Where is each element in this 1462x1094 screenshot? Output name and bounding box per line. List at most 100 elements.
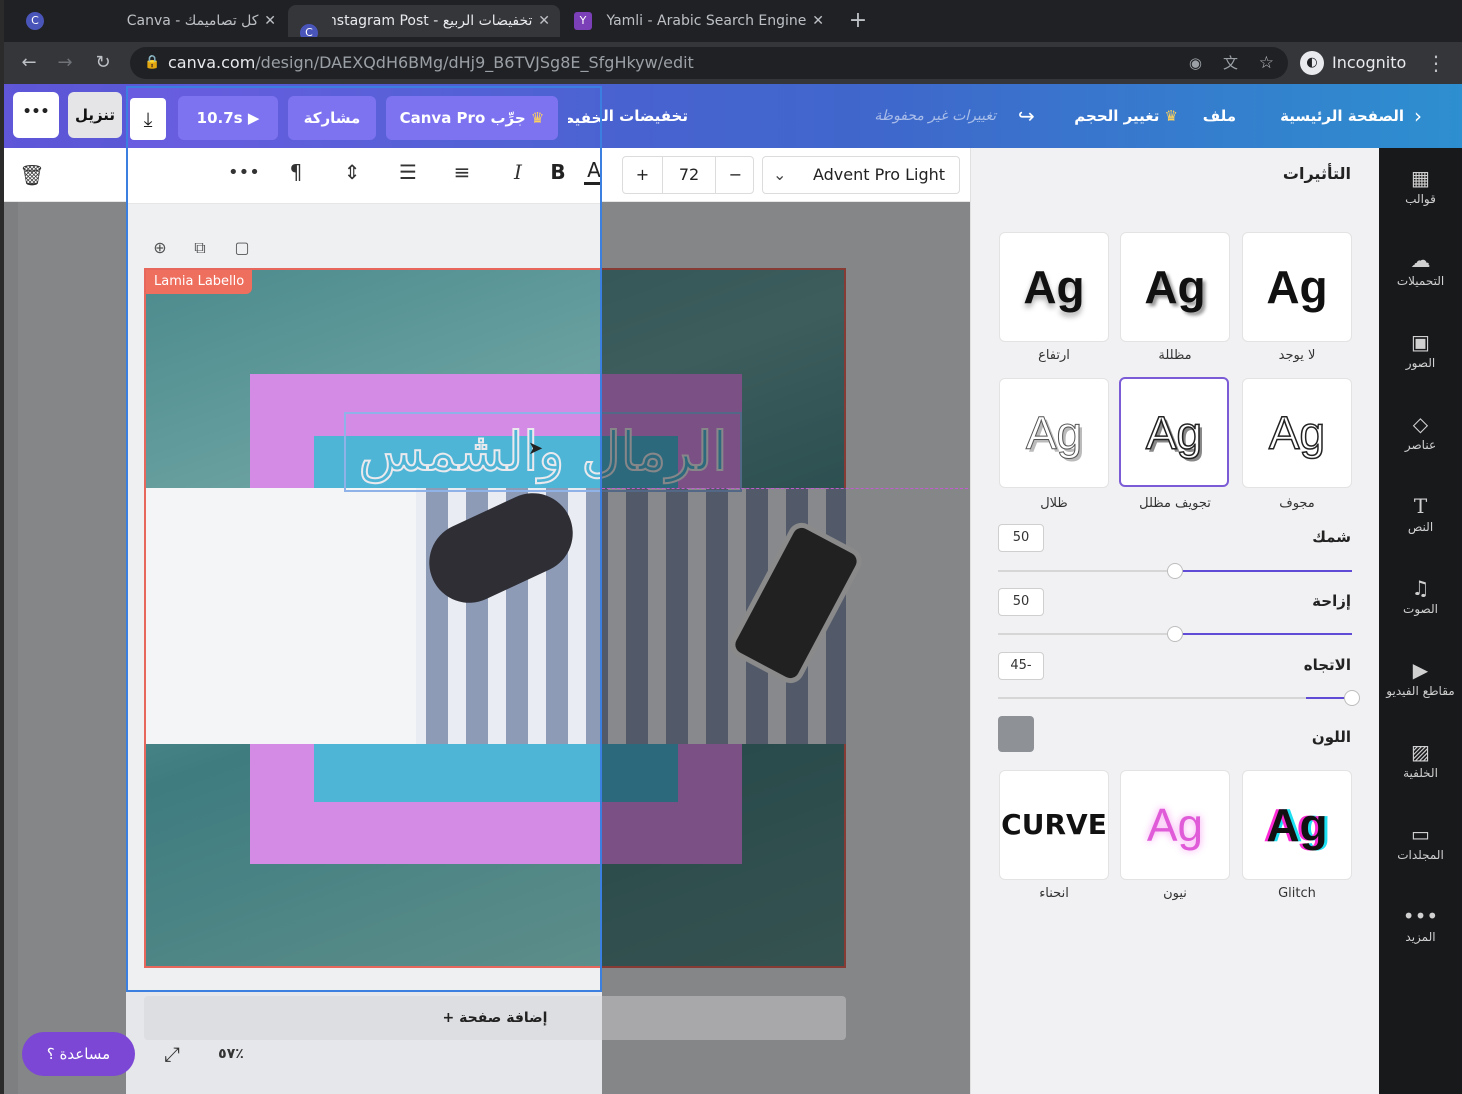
- resize-menu[interactable]: ♛ تغيير الحجم: [1074, 84, 1178, 148]
- effect-label: لا يوجد: [1278, 348, 1316, 363]
- trash-icon[interactable]: 🗑: [18, 160, 46, 190]
- nav-uploads[interactable]: ☁ التحميلات: [1379, 248, 1462, 288]
- text-color-button[interactable]: A: [584, 158, 600, 185]
- italic-button[interactable]: I: [506, 160, 530, 184]
- add-page-icon[interactable]: ⊕: [150, 238, 170, 258]
- nav-more[interactable]: ••• المزيد: [1379, 904, 1462, 944]
- offset-input[interactable]: 50: [998, 588, 1044, 616]
- nav-background[interactable]: ▨ الخلفية: [1379, 740, 1462, 780]
- share-button[interactable]: مشاركة: [288, 96, 376, 140]
- nav-photos[interactable]: ▣ الصور: [1379, 330, 1462, 370]
- font-family-select[interactable]: ⌄ Advent Pro Light: [762, 156, 960, 194]
- headline-text[interactable]: الرمال والشمس: [344, 412, 600, 492]
- duplicate-page-icon[interactable]: ⧉: [190, 238, 210, 258]
- home-link[interactable]: الصفحة الرئيسية: [1280, 84, 1404, 148]
- popup-text-toolbar: ••• ¶ ⇕ ☰ ≡ I B A: [128, 148, 600, 204]
- effect-glitch[interactable]: Ag: [1242, 770, 1352, 880]
- page-note-icon[interactable]: ▢: [232, 238, 252, 258]
- close-tab-icon[interactable]: ✕: [264, 5, 276, 37]
- offset-slider[interactable]: [998, 626, 1352, 642]
- chevron-right-icon[interactable]: ›: [1414, 84, 1422, 148]
- browser-tab-design[interactable]: C تخفيضات الربيع - Instagram Post ✕: [288, 5, 560, 37]
- canva-favicon-icon: C: [300, 24, 318, 37]
- sunglasses-image: [416, 480, 586, 616]
- offset-knob[interactable]: [1167, 626, 1183, 642]
- more-options-button[interactable]: •••: [13, 92, 59, 138]
- popup-header: ⤓ 10.7s ▶ مشاركة ♛ جرِّب Canva Pro تخفيض…: [128, 88, 600, 148]
- crown-icon: ♛: [525, 109, 545, 127]
- effect-neon[interactable]: Ag: [1120, 770, 1230, 880]
- nav-folders[interactable]: ▭ المجلدات: [1379, 822, 1462, 862]
- direction-slider[interactable]: [998, 690, 1360, 706]
- effect-echo[interactable]: Ag: [999, 378, 1109, 488]
- close-tab-icon[interactable]: ✕: [812, 5, 824, 37]
- align-center-icon[interactable]: ≡: [450, 160, 474, 184]
- offset-fill: [1175, 633, 1352, 635]
- browser-tab-designs[interactable]: C كل تصاميمك - Canva ✕: [14, 5, 286, 37]
- thickness-label: شمك: [1312, 528, 1351, 546]
- help-button[interactable]: مساعدة ؟: [22, 1032, 135, 1076]
- download-icon[interactable]: ⤓: [130, 98, 166, 140]
- browser-tab-yamli[interactable]: Y Yamli - Arabic Search Engine ✕: [562, 5, 834, 37]
- effect-hollow[interactable]: Ag: [1242, 378, 1352, 488]
- effect-curve[interactable]: CURVE: [999, 770, 1109, 880]
- more-options-icon[interactable]: •••: [228, 162, 260, 183]
- thickness-slider[interactable]: [998, 563, 1352, 579]
- collaborator-tag: Lamia Labello: [146, 270, 253, 294]
- towel-area: [146, 488, 416, 744]
- effect-shadow[interactable]: Ag: [1120, 232, 1230, 342]
- effect-lift[interactable]: Ag: [999, 232, 1109, 342]
- list-icon[interactable]: ☰: [396, 160, 420, 184]
- bookmark-star-icon[interactable]: ☆: [1259, 47, 1274, 79]
- nav-templates[interactable]: ▦ قوالب: [1379, 166, 1462, 206]
- try-pro-button[interactable]: ♛ جرِّب Canva Pro: [386, 96, 558, 140]
- bold-button[interactable]: B: [546, 160, 570, 184]
- effect-label: مظللة: [1158, 348, 1192, 363]
- decrease-size-button[interactable]: −: [715, 157, 755, 193]
- translate-icon[interactable]: 文: [1223, 47, 1238, 79]
- redo-icon[interactable]: ↪: [1018, 84, 1035, 148]
- url-host: canva.com: [168, 53, 256, 72]
- effect-splice[interactable]: Ag: [1119, 377, 1229, 487]
- text-direction-icon[interactable]: ¶: [284, 160, 308, 184]
- thickness-input[interactable]: 50: [998, 524, 1044, 552]
- direction-input[interactable]: 45-: [998, 652, 1044, 680]
- tracking-icon[interactable]: ◉: [1189, 47, 1202, 79]
- new-tab-button[interactable]: +: [842, 5, 874, 37]
- reload-icon[interactable]: ↻: [88, 42, 118, 84]
- nav-audio[interactable]: ♫ الصوت: [1379, 576, 1462, 616]
- spacing-icon[interactable]: ⇕: [340, 160, 364, 184]
- nav-label: النص: [1407, 520, 1434, 534]
- file-menu[interactable]: ملف: [1203, 84, 1236, 148]
- forward-icon[interactable]: →: [50, 42, 80, 84]
- thickness-knob[interactable]: [1167, 563, 1183, 579]
- increase-size-button[interactable]: +: [623, 157, 663, 193]
- resize-label: تغيير الحجم: [1074, 107, 1160, 125]
- shadow-color-swatch[interactable]: [998, 716, 1034, 752]
- fullscreen-icon[interactable]: ⤢: [160, 1040, 184, 1068]
- font-size-stepper[interactable]: + 72 −: [622, 156, 754, 194]
- effect-label: نيون: [1163, 886, 1187, 901]
- direction-knob[interactable]: [1344, 690, 1360, 706]
- popup-window[interactable]: ⤓ 10.7s ▶ مشاركة ♛ جرِّب Canva Pro تخفيض…: [126, 86, 602, 992]
- unsaved-status: تغييرات غير محفوظة: [874, 108, 996, 124]
- back-icon[interactable]: ←: [14, 42, 44, 84]
- mouse-cursor-icon: ➤: [528, 438, 544, 459]
- incognito-profile-button[interactable]: ◐ Incognito: [1296, 47, 1416, 79]
- font-size-value[interactable]: 72: [663, 157, 715, 193]
- play-button[interactable]: 10.7s ▶: [178, 96, 278, 140]
- design-title-peek: تخفيضات الربيع: [568, 109, 602, 127]
- close-tab-icon[interactable]: ✕: [538, 5, 550, 37]
- add-page-button[interactable]: + إضافة صفحة: [144, 996, 846, 1040]
- video-icon: ▶: [1412, 658, 1429, 682]
- browser-menu-icon[interactable]: ⋮: [1424, 42, 1448, 84]
- popup-design-page[interactable]: الرمال والشمس Lamia Labello: [144, 268, 600, 968]
- effect-none[interactable]: Ag: [1242, 232, 1352, 342]
- download-button[interactable]: تنزيل: [68, 92, 122, 138]
- url-field[interactable]: 🔒 canva.com/design/DAEXQdH6BMg/dHj9_B6TV…: [130, 47, 1288, 79]
- nav-video[interactable]: ▶ مقاطع الفيديو: [1379, 658, 1462, 698]
- nav-elements[interactable]: ◇ عناصر: [1379, 412, 1462, 452]
- zoom-level[interactable]: ٥٧٪: [210, 1040, 252, 1068]
- nav-text[interactable]: T النص: [1379, 494, 1462, 534]
- templates-icon: ▦: [1411, 166, 1430, 190]
